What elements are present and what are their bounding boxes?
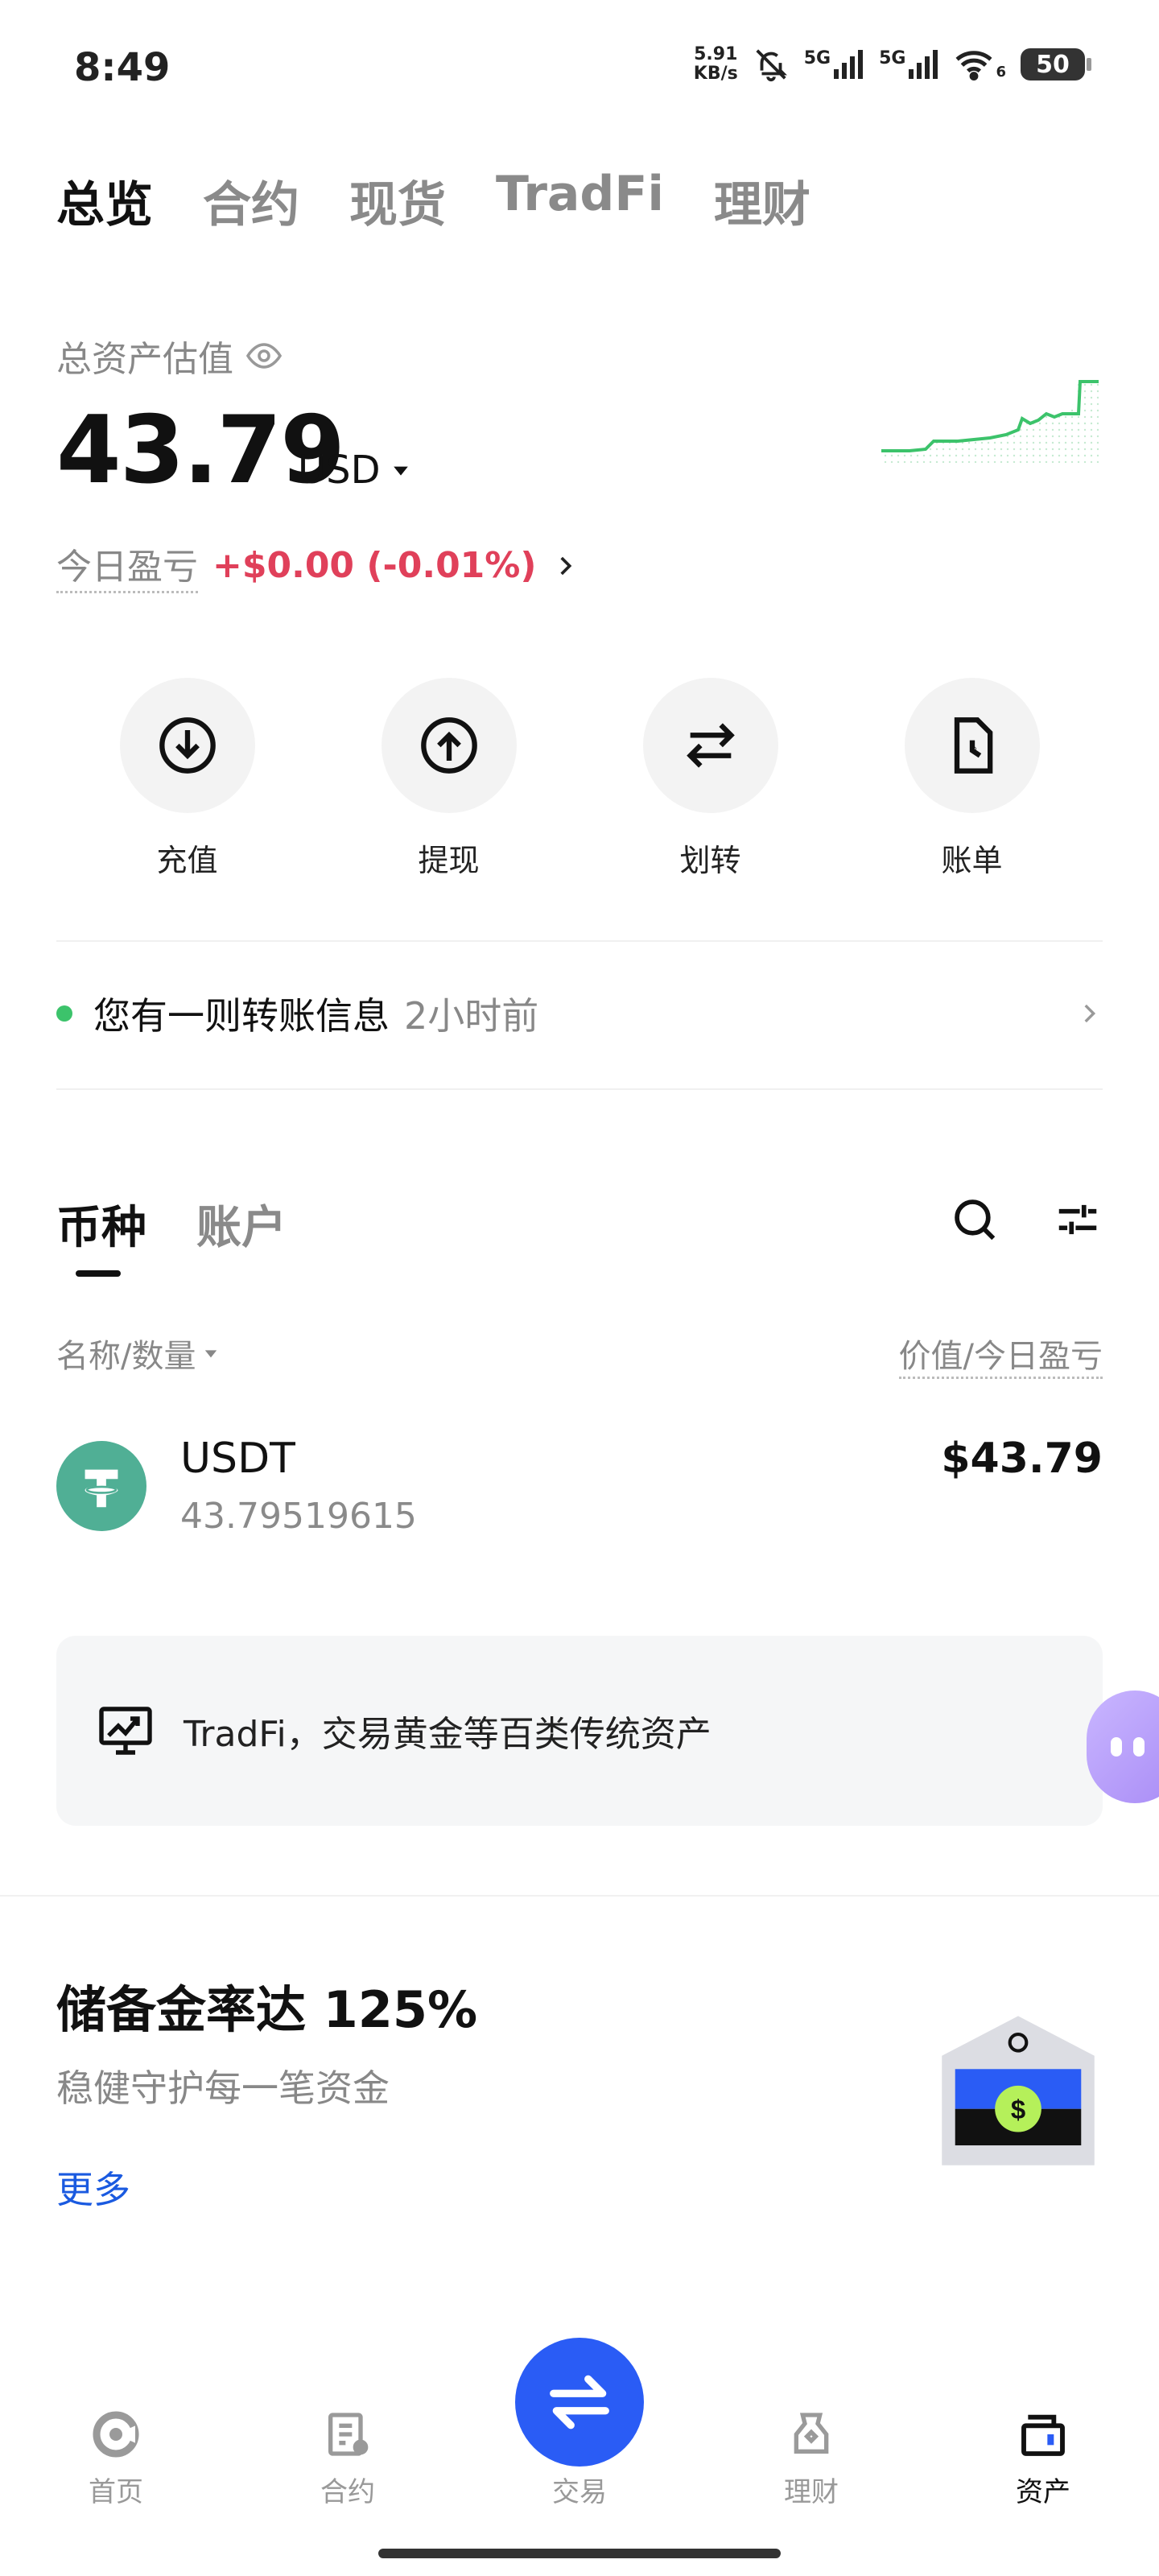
search-icon[interactable]	[950, 1195, 1000, 1245]
withdraw-icon	[420, 717, 477, 774]
tab-accounts[interactable]: 账户	[196, 1191, 287, 1257]
deposit-icon	[159, 717, 216, 774]
nav-earn[interactable]: 理财	[731, 2399, 892, 2528]
filter-sliders-icon[interactable]	[1053, 1195, 1103, 1245]
reserve-title: 储备金率达 125%	[56, 1980, 478, 2039]
bill-button[interactable]: 账单	[868, 678, 1077, 880]
tradfi-banner-text: TradFi，交易黄金等百类传统资产	[184, 1714, 711, 1755]
withdraw-label: 提现	[418, 843, 480, 878]
notice-dot	[56, 1005, 72, 1022]
asset-value: $43.79	[941, 1435, 1103, 1483]
withdraw-button[interactable]: 提现	[344, 678, 554, 880]
net-speed: 5.91 KB/s	[693, 44, 738, 84]
transfer-label: 划转	[679, 843, 741, 878]
wifi-icon	[955, 51, 992, 80]
home-indicator[interactable]	[378, 2549, 781, 2558]
nav-earn-label: 理财	[784, 2476, 839, 2508]
divider	[56, 1088, 1103, 1090]
signal-5g-1: 5G	[804, 48, 864, 80]
currency-selector[interactable]: USD	[298, 448, 410, 493]
nav-home[interactable]: 首页	[35, 2399, 196, 2528]
signal-bars-icon	[834, 50, 864, 79]
nav-trade-label: 交易	[552, 2476, 607, 2508]
column-name-quantity: 名称/数量	[56, 1338, 196, 1375]
home-logo-icon	[93, 2411, 139, 2458]
nav-assets[interactable]: 资产	[963, 2399, 1124, 2528]
eye-icon[interactable]	[245, 336, 283, 375]
battery-indicator: 50	[1021, 48, 1091, 80]
bill-circle	[904, 678, 1040, 813]
tab-tradfi[interactable]: TradFi	[496, 166, 664, 236]
today-pnl-label: 今日盈亏	[56, 538, 198, 593]
mute-bell-icon	[756, 49, 787, 82]
quick-actions: 充值 提现 划转 账单	[56, 678, 1103, 880]
notice-time: 2小时前	[404, 994, 539, 1038]
sort-by-name[interactable]: 名称/数量	[56, 1330, 218, 1377]
nav-futures-label: 合约	[320, 2476, 375, 2508]
swap-arrows-icon	[550, 2375, 609, 2429]
chevron-right-icon	[1084, 1004, 1096, 1023]
transfer-button[interactable]: 划转	[606, 678, 815, 880]
earn-pot-icon	[794, 2413, 829, 2454]
withdraw-circle	[381, 678, 517, 813]
wifi-status: 6	[954, 48, 1006, 80]
tab-coins[interactable]: 币种	[56, 1191, 146, 1277]
bill-label: 账单	[941, 843, 1003, 878]
divider	[56, 940, 1103, 942]
transfer-notice[interactable]: 您有一则转账信息 2小时前	[56, 987, 1103, 1040]
wallet-icon	[1021, 2414, 1065, 2456]
notice-text: 您有一则转账信息	[93, 994, 390, 1038]
trade-fab-button[interactable]	[515, 2338, 644, 2467]
total-assets-label: 总资产估值	[56, 330, 283, 382]
deposit-button[interactable]: 充值	[83, 678, 292, 880]
today-pnl-value: +$0.00 (-0.01%)	[212, 545, 537, 586]
tab-futures[interactable]: 合约	[203, 166, 299, 236]
currency-label: USD	[298, 448, 381, 493]
column-value-pnl[interactable]: 价值/今日盈亏	[898, 1330, 1103, 1379]
futures-doc-icon	[328, 2413, 369, 2456]
tradfi-banner[interactable]: TradFi，交易黄金等百类传统资产	[56, 1636, 1103, 1826]
bill-icon	[954, 717, 992, 774]
reserve-subtitle: 稳健守护每一笔资金	[56, 2066, 390, 2110]
vault-bank-icon: $	[942, 2016, 1095, 2165]
section-divider	[0, 1895, 1159, 1897]
tether-icon	[56, 1441, 146, 1531]
total-assets-label-text: 总资产估值	[56, 339, 233, 380]
chevron-right-icon	[559, 556, 571, 575]
deposit-circle	[119, 678, 255, 813]
asset-trend-sparkline[interactable]	[877, 370, 1103, 467]
top-tabs: 总览 合约 现货 TradFi 理财	[56, 166, 810, 236]
transfer-icon	[686, 723, 735, 768]
status-time: 8:49	[74, 45, 171, 90]
ai-assistant-button[interactable]	[1087, 1690, 1159, 1803]
caret-down-icon	[205, 1350, 217, 1358]
nav-home-label: 首页	[89, 2476, 143, 2508]
nav-assets-label: 资产	[1016, 2476, 1070, 2508]
nav-futures[interactable]: 合约	[267, 2399, 428, 2528]
tab-spot[interactable]: 现货	[349, 166, 446, 236]
asset-tabs: 币种 账户	[56, 1191, 287, 1277]
tab-overview[interactable]: 总览	[56, 166, 153, 236]
signal-bars-icon	[909, 50, 938, 79]
asset-tools	[950, 1195, 1103, 1245]
svg-text:$: $	[1011, 2095, 1025, 2124]
deposit-label: 充值	[156, 843, 218, 878]
status-icons: 5.91 KB/s 5G 5G 6 50	[693, 44, 1091, 84]
reserve-more-link[interactable]: 更多	[56, 2161, 130, 2214]
signal-5g-2: 5G	[879, 48, 939, 80]
chart-board-icon	[99, 1707, 152, 1755]
asset-quantity: 43.79519615	[180, 1496, 417, 1537]
caret-down-icon	[393, 466, 408, 476]
tab-earn[interactable]: 理财	[714, 166, 810, 236]
asset-name[interactable]: USDT	[180, 1435, 295, 1483]
today-pnl[interactable]: 今日盈亏 +$0.00 (-0.01%)	[56, 538, 579, 593]
tether-symbol	[85, 1469, 118, 1508]
transfer-circle	[642, 678, 778, 813]
